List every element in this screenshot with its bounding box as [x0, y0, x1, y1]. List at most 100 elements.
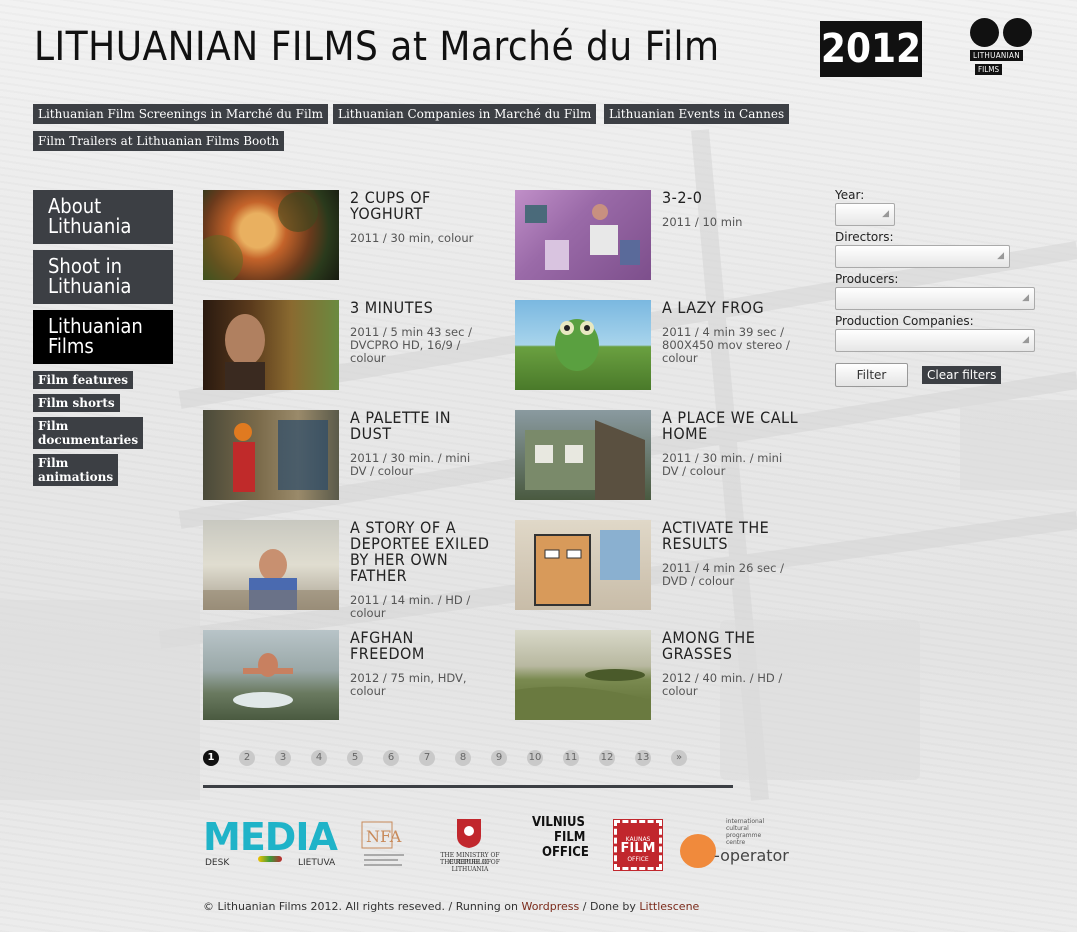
- film-card[interactable]: ACTIVATE THE RESULTS 2011 / 4 min 26 sec…: [515, 520, 815, 612]
- film-title[interactable]: AMONG THE GRASSES: [662, 630, 802, 662]
- year-label: Year:: [835, 188, 865, 202]
- clear-filters-button[interactable]: Clear filters: [922, 366, 1002, 384]
- film-thumbnail[interactable]: [203, 190, 339, 280]
- year-select[interactable]: ◢: [835, 203, 895, 226]
- ko-operator-text: -operator: [714, 846, 789, 865]
- sidebar-sub-label: Film shorts: [38, 396, 115, 410]
- sidebar-sub-film-animations[interactable]: Film animations: [33, 454, 119, 486]
- filter-button[interactable]: Filter: [835, 363, 908, 387]
- film-thumbnail[interactable]: [515, 520, 651, 610]
- topnav-film-screenings[interactable]: Lithuanian Film Screenings in Marché du …: [33, 104, 329, 124]
- film-title[interactable]: 3 MINUTES: [350, 300, 490, 316]
- film-thumbnail[interactable]: [203, 300, 339, 390]
- site-title: LITHUANIAN FILMS at Marché du Film: [34, 24, 720, 70]
- page-link-6[interactable]: 6: [383, 750, 399, 766]
- ko-small-text-4: centre: [726, 839, 746, 846]
- film-thumbnail[interactable]: [203, 630, 339, 720]
- page-link-10[interactable]: 10: [527, 750, 543, 766]
- ko-small-text-1: international: [726, 818, 765, 825]
- companies-select[interactable]: ◢: [835, 329, 1035, 352]
- vilnius-text-2: FILM: [554, 830, 586, 845]
- page-link-12[interactable]: 12: [599, 750, 615, 766]
- page-link-11[interactable]: 11: [563, 750, 579, 766]
- sidebar-sub-film-shorts[interactable]: Film shorts: [33, 394, 120, 412]
- media-desk-text: DESK: [205, 858, 230, 868]
- film-meta: 2011 / 4 min 26 sec / DVD / colour: [662, 561, 784, 588]
- kaunas-film-office-logo[interactable]: KAUNAS FILM OFFICE: [613, 819, 663, 871]
- film-card[interactable]: A STORY OF A DEPORTEE EXILED BY HER OWN …: [203, 520, 503, 620]
- ko-operator-logo[interactable]: international cultural programme centre …: [680, 818, 800, 870]
- sidebar-label: Lithuania: [48, 274, 132, 298]
- ko-small-text-2: cultural: [726, 825, 749, 832]
- film-meta: 2011 / 30 min, colour: [350, 231, 474, 245]
- producers-select[interactable]: ◢: [835, 287, 1035, 310]
- page-link-5[interactable]: 5: [347, 750, 363, 766]
- page-next-link[interactable]: »: [671, 750, 687, 766]
- sidebar-sub-label: Film features: [38, 373, 129, 387]
- page-link-13[interactable]: 13: [635, 750, 651, 766]
- topnav-events[interactable]: Lithuanian Events in Cannes: [604, 104, 790, 124]
- film-title[interactable]: ACTIVATE THE RESULTS: [662, 520, 802, 552]
- year-badge: 2012: [820, 21, 922, 77]
- logo-text-top: LITHUANIAN: [970, 50, 1023, 61]
- footer: © Lithuanian Films 2012. All rights rese…: [203, 900, 699, 913]
- film-title[interactable]: AFGHAN FREEDOM: [350, 630, 490, 662]
- film-card[interactable]: A LAZY FROG 2011 / 4 min 39 sec / 800X45…: [515, 300, 815, 392]
- film-title[interactable]: A LAZY FROG: [662, 300, 802, 316]
- directors-select[interactable]: ◢: [835, 245, 1010, 268]
- film-thumbnail[interactable]: [203, 410, 339, 500]
- sidebar-sub-film-features[interactable]: Film features: [33, 371, 134, 389]
- vilnius-film-office-logo[interactable]: VILNIUS FILM OFFICE: [532, 815, 598, 873]
- topnav-companies[interactable]: Lithuanian Companies in Marché du Film: [333, 104, 597, 124]
- chevron-down-icon: ◢: [1022, 293, 1029, 303]
- film-meta: 2011 / 5 min 43 sec / DVCPRO HD, 16/9 / …: [350, 325, 472, 365]
- film-card[interactable]: 3-2-0 2011 / 10 min: [515, 190, 815, 282]
- film-card[interactable]: 3 MINUTES 2011 / 5 min 43 sec / DVCPRO H…: [203, 300, 503, 392]
- media-desk-logo[interactable]: MEDIA DESK LIETUVA: [203, 818, 343, 872]
- film-card[interactable]: AFGHAN FREEDOM 2012 / 75 min, HDV, colou…: [203, 630, 503, 722]
- page-link-1[interactable]: 1: [203, 750, 219, 766]
- page-link-7[interactable]: 7: [419, 750, 435, 766]
- page-link-2[interactable]: 2: [239, 750, 255, 766]
- sidebar-label: About: [48, 194, 102, 218]
- film-thumbnail[interactable]: [515, 630, 651, 720]
- footer-done-by: / Done by: [582, 900, 636, 913]
- companies-label: Production Companies:: [835, 314, 974, 328]
- film-title[interactable]: A PALETTE IN DUST: [350, 410, 490, 442]
- film-meta: 2011 / 10 min: [662, 215, 743, 229]
- film-thumbnail[interactable]: [515, 410, 651, 500]
- kaunas-text-3: OFFICE: [627, 856, 649, 863]
- film-meta: 2012 / 75 min, HDV, colour: [350, 671, 467, 698]
- page-link-3[interactable]: 3: [275, 750, 291, 766]
- page-link-9[interactable]: 9: [491, 750, 507, 766]
- nfa-logo[interactable]: NFA: [360, 818, 408, 872]
- directors-label: Directors:: [835, 230, 894, 244]
- sidebar-item-shoot-in-lithuania[interactable]: Shoot in Lithuania: [33, 250, 173, 304]
- film-thumbnail[interactable]: [515, 190, 651, 280]
- topnav-trailers[interactable]: Film Trailers at Lithuanian Films Booth: [33, 131, 285, 151]
- sidebar-sub-film-documentaries[interactable]: Film documentaries: [33, 417, 144, 449]
- film-title[interactable]: A PLACE WE CALL HOME: [662, 410, 802, 442]
- littlescene-link[interactable]: Littlescene: [639, 900, 699, 913]
- kaunas-text-2: FILM: [620, 841, 656, 856]
- film-card[interactable]: A PALETTE IN DUST 2011 / 30 min. / mini …: [203, 410, 503, 502]
- film-thumbnail[interactable]: [203, 520, 339, 610]
- film-card[interactable]: 2 CUPS OF YOGHURT 2011 / 30 min, colour: [203, 190, 503, 282]
- footer-copyright: © Lithuanian Films 2012. All rights rese…: [203, 900, 518, 913]
- page-link-4[interactable]: 4: [311, 750, 327, 766]
- vilnius-text-1: VILNIUS: [532, 815, 585, 830]
- film-thumbnail[interactable]: [515, 300, 651, 390]
- film-meta: 2011 / 4 min 39 sec / 800X450 mov stereo…: [662, 325, 790, 365]
- film-card[interactable]: AMONG THE GRASSES 2012 / 40 min. / HD / …: [515, 630, 815, 722]
- sidebar-item-lithuanian-films[interactable]: Lithuanian Films: [33, 310, 173, 364]
- film-title[interactable]: A STORY OF A DEPORTEE EXILED BY HER OWN …: [350, 520, 490, 584]
- logo-circle-icon: [970, 18, 999, 47]
- sidebar-item-about-lithuania[interactable]: About Lithuania: [33, 190, 173, 244]
- page-link-8[interactable]: 8: [455, 750, 471, 766]
- lithuanian-films-logo[interactable]: LITHUANIAN FILMS: [968, 18, 1034, 78]
- wordpress-link[interactable]: Wordpress: [521, 900, 579, 913]
- film-title[interactable]: 2 CUPS OF YOGHURT: [350, 190, 490, 222]
- film-title[interactable]: 3-2-0: [662, 190, 802, 206]
- ministry-of-culture-logo[interactable]: THE MINISTRY OF CULTURE OF THE REPUBLIC …: [424, 818, 516, 873]
- film-card[interactable]: A PLACE WE CALL HOME 2011 / 30 min. / mi…: [515, 410, 815, 502]
